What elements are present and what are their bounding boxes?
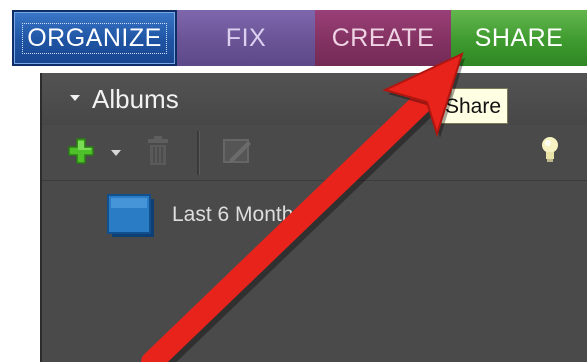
album-label: Last 6 Months — [172, 203, 304, 226]
album-list-item[interactable]: Last 6 Months — [102, 191, 402, 243]
albums-title: Albums — [92, 84, 179, 114]
album-icon — [107, 194, 154, 237]
toolbar-divider — [197, 131, 200, 175]
albums-toolbar — [42, 125, 587, 181]
tab-create-label: CREATE — [331, 23, 435, 52]
trash-icon[interactable] — [144, 135, 172, 167]
chevron-down-icon[interactable] — [111, 150, 121, 156]
tab-share-label: SHARE — [474, 23, 564, 52]
tab-share[interactable]: SHARE — [451, 10, 587, 66]
tab-organize[interactable]: ORGANIZE — [12, 10, 177, 66]
tab-fix[interactable]: FIX — [177, 10, 315, 66]
toolbar-separator — [42, 180, 587, 181]
tab-create[interactable]: CREATE — [315, 10, 451, 66]
tab-organize-label: ORGANIZE — [22, 22, 167, 54]
lightbulb-icon[interactable] — [540, 135, 560, 165]
mode-tab-bar: ORGANIZE FIX CREATE SHARE — [12, 10, 587, 66]
plus-icon[interactable] — [67, 137, 95, 165]
collapse-caret-icon[interactable] — [70, 95, 80, 101]
edit-icon[interactable] — [222, 137, 252, 165]
tab-fix-label: FIX — [225, 23, 267, 52]
share-tooltip: Share — [438, 88, 509, 124]
